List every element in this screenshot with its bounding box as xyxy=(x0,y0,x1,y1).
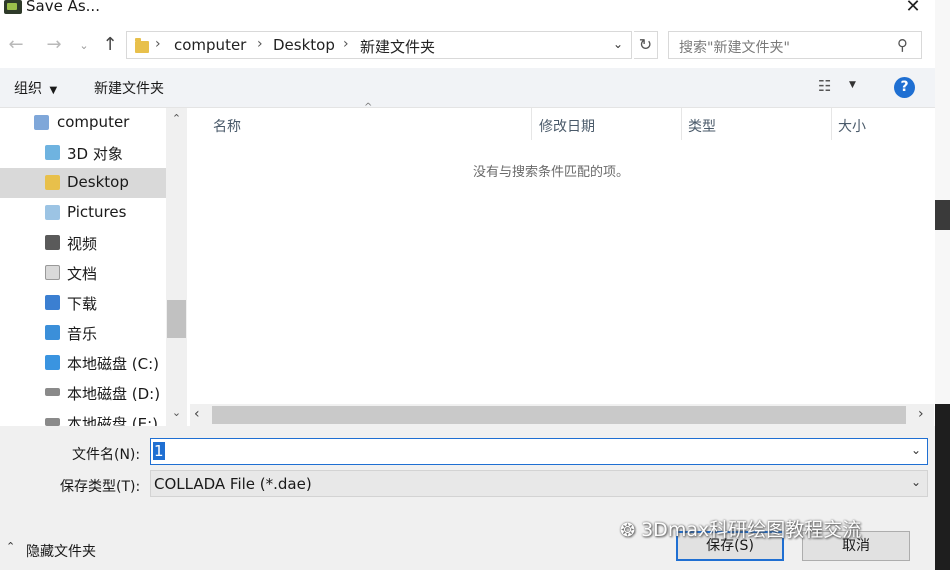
sidebar-item-label: 音乐 xyxy=(67,325,98,343)
organize-menu[interactable]: 组织 ▼ xyxy=(14,78,57,98)
column-name[interactable]: 名称 xyxy=(213,116,241,136)
documents-folder-icon xyxy=(45,265,60,280)
background-strip xyxy=(935,404,950,570)
desktop-folder-icon xyxy=(45,175,60,190)
sidebar-item-videos[interactable]: 视频 xyxy=(0,228,166,258)
drive-icon xyxy=(45,418,60,426)
scroll-down-arrow-icon[interactable]: ⌄ xyxy=(166,406,187,419)
window-title: Save As... xyxy=(26,0,100,15)
filetype-label: 保存类型(T): xyxy=(60,479,141,495)
background-window-edge xyxy=(935,0,950,570)
column-date-modified[interactable]: 修改日期 xyxy=(539,116,595,136)
column-type[interactable]: 类型 xyxy=(688,116,716,136)
folder-icon xyxy=(135,38,149,53)
scroll-up-arrow-icon[interactable]: ⌃ xyxy=(166,112,187,125)
back-arrow-icon[interactable]: ← xyxy=(4,33,28,57)
breadcrumb-computer[interactable]: computer xyxy=(174,36,246,54)
3d-objects-icon xyxy=(45,145,60,160)
column-header-row: ^ 名称 修改日期 类型 大小 xyxy=(190,102,934,140)
hide-folders-toggle[interactable]: 隐藏文件夹 xyxy=(26,541,96,561)
caret-down-icon[interactable]: ▼ xyxy=(849,80,856,90)
file-list-scrollbar[interactable]: ‹ › xyxy=(190,404,934,426)
view-options-icon[interactable]: ☷ xyxy=(818,77,831,95)
watermark-text: 3Dmax科研绘图教程交流 xyxy=(641,519,862,541)
sidebar-item-documents[interactable]: 文档 xyxy=(0,258,166,288)
sidebar-item-music[interactable]: 音乐 xyxy=(0,318,166,348)
sidebar-item-drive-d[interactable]: 本地磁盘 (D:) xyxy=(0,378,166,408)
refresh-icon[interactable]: ↻ xyxy=(634,31,658,59)
drive-icon xyxy=(45,388,60,396)
forward-arrow-icon[interactable]: → xyxy=(42,33,66,57)
sidebar-item-label: 下载 xyxy=(67,295,98,313)
downloads-folder-icon xyxy=(45,295,60,310)
wechat-icon: ❂ xyxy=(620,520,636,541)
chevron-down-icon[interactable]: ⌄ xyxy=(911,475,921,489)
column-size[interactable]: 大小 xyxy=(838,116,866,136)
sidebar-item-label: 3D 对象 xyxy=(67,145,123,163)
filetype-select[interactable]: COLLADA File (*.dae) ⌄ xyxy=(150,470,928,497)
sidebar-item-label: computer xyxy=(57,113,130,131)
scroll-left-arrow-icon[interactable]: ‹ xyxy=(194,406,200,422)
filetype-value: COLLADA File (*.dae) xyxy=(154,475,312,493)
sidebar-item-label: 本地磁盘 (D:) xyxy=(67,385,161,403)
chevron-down-icon[interactable]: ⌄ xyxy=(911,443,921,457)
background-strip xyxy=(935,200,950,230)
address-bar[interactable]: › computer › Desktop › 新建文件夹 ⌄ xyxy=(126,31,632,59)
sidebar-scrollbar[interactable]: ⌃ ⌄ xyxy=(166,108,187,426)
column-divider[interactable] xyxy=(681,108,682,140)
sidebar-item-label: 文档 xyxy=(67,265,98,283)
windows-drive-icon xyxy=(45,355,60,370)
up-arrow-icon[interactable]: ↑ xyxy=(98,33,122,57)
chevron-up-icon[interactable]: ⌃ xyxy=(6,540,15,553)
sidebar-item-drive-e[interactable]: 本地磁盘 (E:) xyxy=(0,408,166,426)
app-icon xyxy=(4,0,22,14)
search-input[interactable]: 搜索"新建文件夹" xyxy=(679,37,790,57)
breadcrumb-desktop[interactable]: Desktop xyxy=(273,36,335,54)
search-box[interactable]: 搜索"新建文件夹" ⚲ xyxy=(668,31,922,59)
column-divider[interactable] xyxy=(531,108,532,140)
videos-folder-icon xyxy=(45,235,60,250)
filename-input[interactable]: 1 xyxy=(153,442,165,460)
watermark: ❂ 3Dmax科研绘图教程交流 xyxy=(620,515,861,542)
sidebar-item-label: Pictures xyxy=(67,203,127,221)
sidebar-item-pictures[interactable]: Pictures xyxy=(0,198,166,228)
toolbar: 组织 ▼ 新建文件夹 ☷ ▼ ? xyxy=(0,68,935,108)
sidebar-item-downloads[interactable]: 下载 xyxy=(0,288,166,318)
chevron-down-icon[interactable]: ⌄ xyxy=(613,37,623,51)
chevron-right-icon[interactable]: › xyxy=(257,36,263,52)
pictures-folder-icon xyxy=(45,205,60,220)
sidebar-item-label: 本地磁盘 (C:) xyxy=(67,355,159,373)
filename-field[interactable]: 1 ⌄ xyxy=(150,438,928,465)
filename-label: 文件名(N): xyxy=(72,447,141,463)
breadcrumb-new-folder[interactable]: 新建文件夹 xyxy=(360,36,435,57)
scrollbar-thumb[interactable] xyxy=(167,300,186,338)
sidebar-item-computer[interactable]: computer xyxy=(0,108,166,138)
navigation-pane: computer 3D 对象 Desktop Pictures 视频 文档 下载… xyxy=(0,108,166,426)
close-icon[interactable]: ✕ xyxy=(900,0,926,17)
music-folder-icon xyxy=(45,325,60,340)
computer-icon xyxy=(34,115,49,130)
empty-results-message: 没有与搜索条件匹配的项。 xyxy=(473,165,630,180)
chevron-right-icon[interactable]: › xyxy=(343,36,349,52)
organize-label: 组织 xyxy=(14,81,42,97)
search-icon[interactable]: ⚲ xyxy=(897,36,908,54)
recent-locations-icon[interactable]: ⌄ xyxy=(72,34,96,58)
scrollbar-thumb[interactable] xyxy=(212,406,906,424)
chevron-right-icon[interactable]: › xyxy=(155,36,161,52)
sidebar-item-desktop[interactable]: Desktop xyxy=(0,168,166,198)
new-folder-button[interactable]: 新建文件夹 xyxy=(94,78,164,98)
sidebar-item-label: 本地磁盘 (E:) xyxy=(67,415,159,426)
sidebar-item-drive-c[interactable]: 本地磁盘 (C:) xyxy=(0,348,166,378)
sidebar-item-3d-objects[interactable]: 3D 对象 xyxy=(0,138,166,168)
help-icon[interactable]: ? xyxy=(894,77,915,98)
column-divider[interactable] xyxy=(831,108,832,140)
sort-up-icon: ^ xyxy=(364,102,373,113)
caret-down-icon: ▼ xyxy=(49,85,58,96)
title-bar: Save As... ✕ xyxy=(0,0,950,28)
scroll-right-arrow-icon[interactable]: › xyxy=(918,406,924,422)
sidebar-item-label: Desktop xyxy=(67,173,129,191)
sidebar-item-label: 视频 xyxy=(67,235,98,253)
